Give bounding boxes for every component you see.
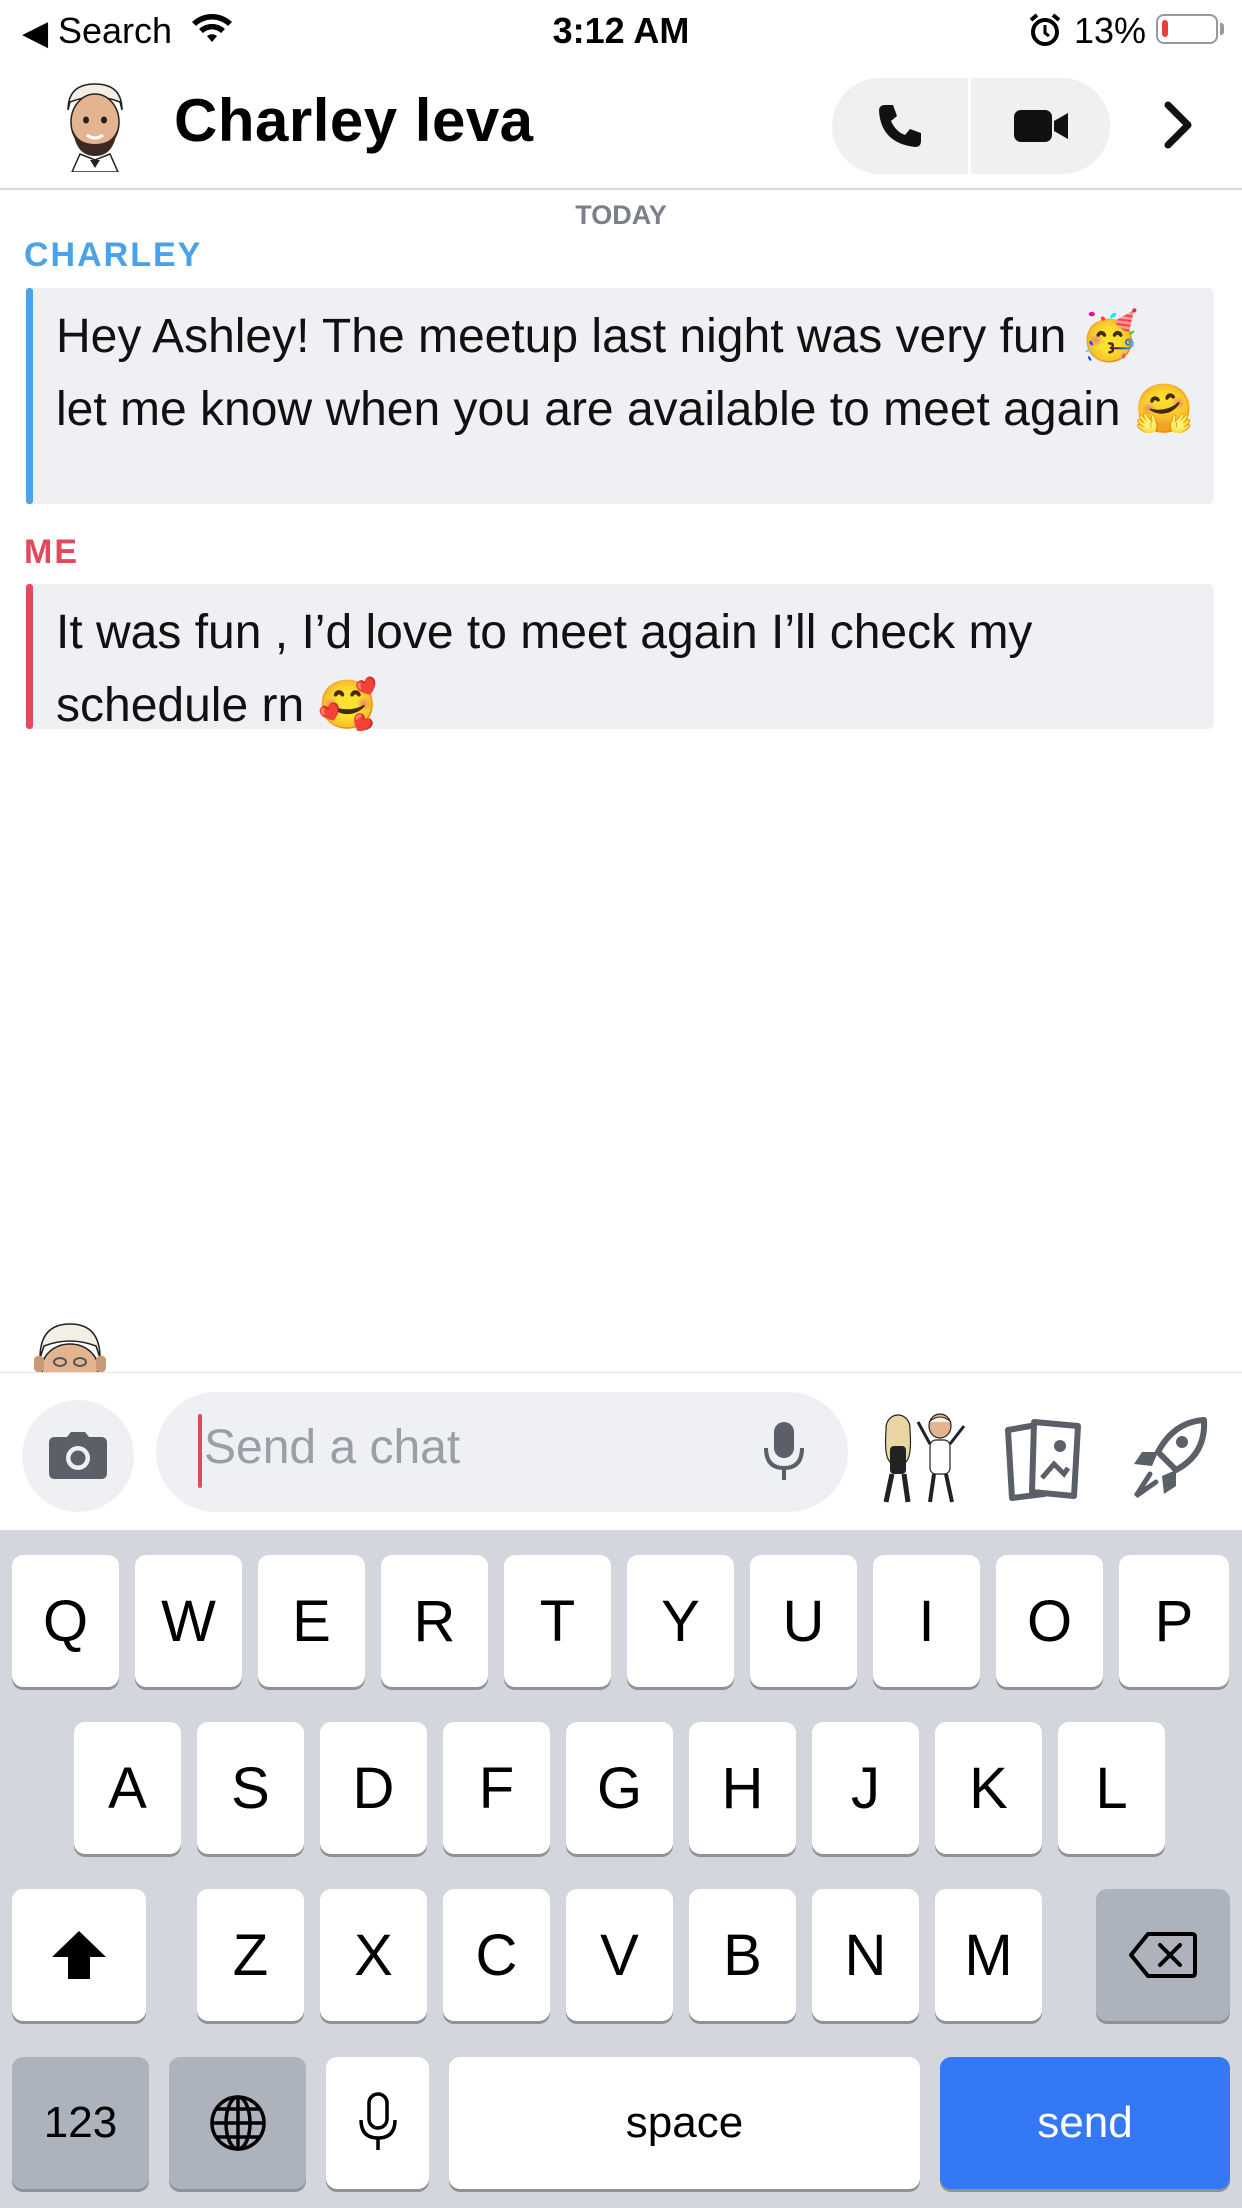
cards-icon[interactable] [1004, 1416, 1084, 1502]
key-o[interactable]: O [996, 1555, 1103, 1687]
key-q[interactable]: Q [12, 1555, 119, 1687]
key-e[interactable]: E [258, 1555, 365, 1687]
phone-icon [879, 105, 921, 147]
key-k[interactable]: K [935, 1722, 1042, 1854]
key-s[interactable]: S [197, 1722, 304, 1854]
globe-key[interactable] [169, 2057, 306, 2189]
key-i[interactable]: I [873, 1555, 980, 1687]
microphone-icon[interactable] [762, 1420, 806, 1484]
globe-icon [209, 2095, 266, 2151]
key-z[interactable]: Z [197, 1889, 304, 2021]
key-h[interactable]: H [689, 1722, 796, 1854]
send-key[interactable]: send [940, 2057, 1230, 2189]
backspace-key[interactable] [1096, 1889, 1230, 2021]
battery-nub [1220, 23, 1224, 35]
video-call-button[interactable] [971, 78, 1110, 174]
battery-level-fill [1162, 20, 1168, 37]
profile-chevron-button[interactable] [1150, 92, 1206, 158]
sender-label-charley: CHARLEY [24, 236, 203, 274]
key-n[interactable]: N [812, 1889, 919, 2021]
key-p[interactable]: P [1119, 1555, 1229, 1687]
space-key[interactable]: space [449, 2057, 920, 2189]
key-w[interactable]: W [135, 1555, 242, 1687]
message-text: It was fun , I’d love to meet again I’ll… [56, 606, 1033, 732]
key-x[interactable]: X [320, 1889, 427, 2021]
key-j[interactable]: J [812, 1722, 919, 1854]
date-divider: TODAY [575, 200, 667, 230]
typing-avatar [34, 1323, 106, 1372]
key-g[interactable]: G [566, 1722, 673, 1854]
sender-label-me: ME [24, 533, 79, 571]
message-text: Hey Ashley! The meetup last night was ve… [56, 310, 1194, 436]
key-f[interactable]: F [443, 1722, 550, 1854]
battery-percent: 13% [1074, 10, 1147, 51]
text-caret [198, 1414, 202, 1488]
backspace-icon [1129, 1932, 1197, 1978]
shift-key[interactable] [12, 1889, 146, 2021]
message-bubble-me[interactable]: It was fun , I’d love to meet again I’ll… [26, 584, 1214, 732]
microphone-icon [358, 2092, 397, 2150]
battery-icon [1156, 14, 1218, 44]
key-v[interactable]: V [566, 1889, 673, 2021]
dictation-key[interactable] [326, 2057, 429, 2189]
key-m[interactable]: M [935, 1889, 1042, 2021]
bitmoji-icon[interactable] [868, 1412, 972, 1506]
chat-input-divider [0, 1372, 1242, 1373]
key-r[interactable]: R [381, 1555, 488, 1687]
key-l[interactable]: L [1058, 1722, 1165, 1854]
key-b[interactable]: B [689, 1889, 796, 2021]
chat-input-placeholder: Send a chat [204, 1421, 461, 1474]
keyboard: Q W E R T Y U I O P A S D F G H J K L Z … [0, 1530, 1242, 2208]
rocket-icon[interactable] [1130, 1414, 1210, 1500]
chevron-right-icon [1164, 101, 1192, 149]
message-accent-bar [26, 288, 33, 504]
key-u[interactable]: U [750, 1555, 857, 1687]
shift-icon [52, 1931, 106, 1979]
contact-avatar[interactable] [54, 80, 136, 172]
camera-button[interactable] [22, 1400, 134, 1512]
key-t[interactable]: T [504, 1555, 611, 1687]
status-bar: ◀ Search 3:12 AM 13% [0, 0, 1242, 62]
key-c[interactable]: C [443, 1889, 550, 2021]
key-a[interactable]: A [74, 1722, 181, 1854]
video-camera-icon [1013, 110, 1068, 142]
key-y[interactable]: Y [627, 1555, 734, 1687]
key-d[interactable]: D [320, 1722, 427, 1854]
alarm-icon [1029, 13, 1061, 46]
message-bubble-charley[interactable]: Hey Ashley! The meetup last night was ve… [26, 288, 1214, 504]
message-accent-bar [26, 584, 33, 729]
voice-call-button[interactable] [832, 78, 968, 174]
numbers-key[interactable]: 123 [12, 2057, 149, 2189]
contact-name[interactable]: Charley leva [174, 86, 534, 155]
camera-icon [49, 1432, 107, 1479]
